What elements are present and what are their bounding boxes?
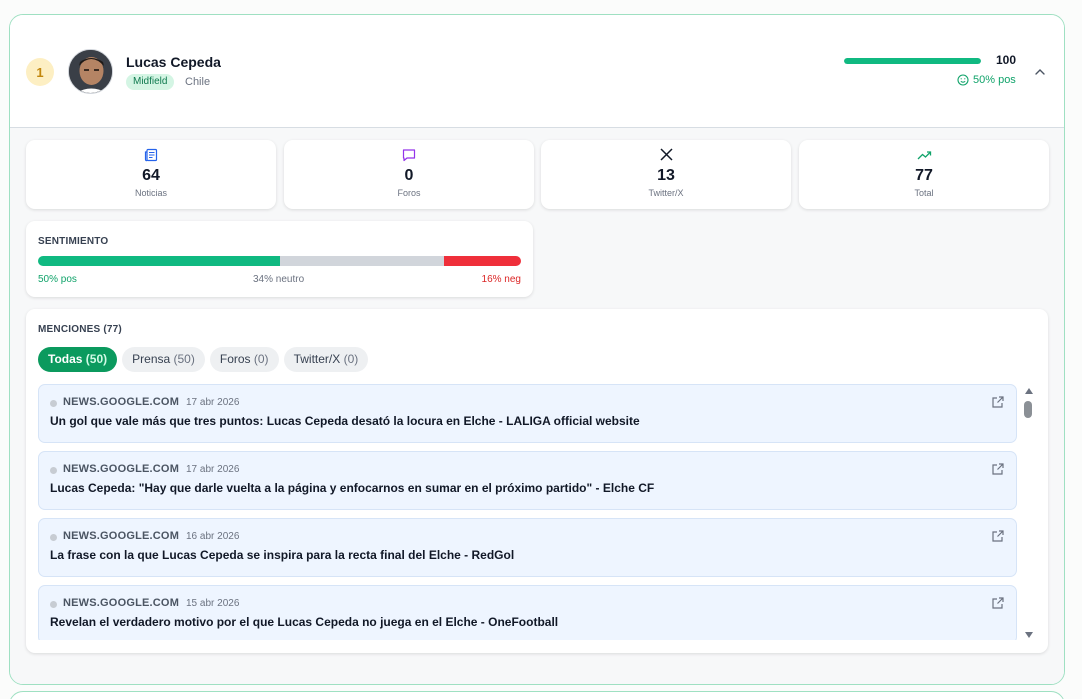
- mention-source: NEWS.GOOGLE.COM: [63, 396, 180, 408]
- mention-title: Un gol que vale más que tres puntos: Luc…: [50, 414, 640, 428]
- score-bar-fill: [844, 58, 981, 64]
- mention-date: 15 abr 2026: [186, 598, 240, 609]
- newspaper-icon: [144, 148, 158, 162]
- tab-count: (0): [253, 352, 269, 366]
- source-dot: [50, 400, 57, 407]
- stat-value: 77: [915, 167, 933, 184]
- source-dot: [50, 534, 57, 541]
- source-dot: [50, 467, 57, 474]
- mention-title: Lucas Cepeda: "Hay que darle vuelta a la…: [50, 481, 655, 495]
- external-link-icon[interactable]: [991, 529, 1005, 543]
- rank-badge: 1: [26, 58, 54, 86]
- player-details: 64 Noticias 0 Foros 13 Twitter/X 77 Tota…: [10, 128, 1064, 684]
- stat-twitter: 13 Twitter/X: [541, 140, 791, 209]
- player-card: 1 Lucas Cepeda Midfield Chile 100 50% po…: [9, 14, 1065, 685]
- mention-item[interactable]: NEWS.GOOGLE.COM 17 abr 2026 Un gol que v…: [38, 384, 1017, 443]
- sentiment-panel: SENTIMIENTO 50% pos 34% neutro 16% neg: [26, 221, 533, 297]
- scroll-down-arrow-icon[interactable]: [1024, 631, 1034, 639]
- scrollbar-thumb[interactable]: [1024, 401, 1032, 418]
- tab-prensa[interactable]: Prensa (50): [122, 347, 205, 372]
- mentions-scrollbar[interactable]: [1021, 387, 1037, 639]
- mentions-title: MENCIONES (77): [38, 324, 122, 335]
- smile-icon: [957, 74, 969, 86]
- score-value: 100: [996, 53, 1017, 67]
- stat-foros: 0 Foros: [284, 140, 534, 209]
- collapse-button[interactable]: [1032, 64, 1048, 80]
- mention-item[interactable]: NEWS.GOOGLE.COM 15 abr 2026 Revelan el v…: [38, 585, 1017, 640]
- chat-bubble-icon: [402, 149, 416, 162]
- mention-source: NEWS.GOOGLE.COM: [63, 463, 180, 475]
- sentiment-positive-label: 50% pos: [38, 274, 77, 285]
- positive-summary: 50% pos: [957, 74, 1016, 86]
- sentiment-bar: [38, 256, 521, 266]
- chevron-up-icon: [1035, 69, 1045, 75]
- tab-todas[interactable]: Todas (50): [38, 347, 118, 372]
- positive-summary-text: 50% pos: [973, 74, 1016, 86]
- sentiment-negative-segment: [443, 256, 521, 266]
- mention-source: NEWS.GOOGLE.COM: [63, 597, 180, 609]
- sentiment-positive-segment: [38, 256, 280, 266]
- stat-value: 64: [142, 167, 160, 184]
- mentions-list[interactable]: NEWS.GOOGLE.COM 17 abr 2026 Un gol que v…: [38, 384, 1018, 640]
- tab-label: Todas: [48, 352, 83, 366]
- country-label: Chile: [185, 76, 211, 88]
- position-badge: Midfield: [126, 74, 175, 90]
- tab-count: (0): [343, 352, 359, 366]
- x-logo-icon: [659, 148, 673, 161]
- mention-date: 16 abr 2026: [186, 531, 240, 542]
- mention-title: La frase con la que Lucas Cepeda se insp…: [50, 548, 515, 562]
- trending-up-icon: [917, 151, 931, 160]
- stat-value: 0: [404, 167, 414, 184]
- stat-value: 13: [657, 167, 675, 184]
- avatar: [68, 49, 113, 94]
- external-link-icon[interactable]: [991, 596, 1005, 610]
- stat-noticias: 64 Noticias: [26, 140, 276, 209]
- tab-twitter[interactable]: Twitter/X (0): [283, 347, 369, 372]
- sentiment-negative-label: 16% neg: [481, 274, 521, 285]
- sentiment-title: SENTIMIENTO: [38, 236, 109, 247]
- external-link-icon[interactable]: [991, 395, 1005, 409]
- stat-label: Total: [914, 188, 934, 198]
- mention-source: NEWS.GOOGLE.COM: [63, 530, 180, 542]
- mention-item[interactable]: NEWS.GOOGLE.COM 17 abr 2026 Lucas Cepeda…: [38, 451, 1017, 510]
- stat-label: Noticias: [134, 188, 167, 198]
- sentiment-neutral-label: 34% neutro: [253, 274, 305, 285]
- mention-item[interactable]: NEWS.GOOGLE.COM 16 abr 2026 La frase con…: [38, 518, 1017, 577]
- stat-label: Foros: [397, 188, 421, 198]
- sentiment-neutral-segment: [279, 256, 444, 266]
- mention-date: 17 abr 2026: [186, 464, 240, 475]
- player-name: Lucas Cepeda: [126, 54, 221, 70]
- source-dot: [50, 601, 57, 608]
- scroll-up-arrow-icon[interactable]: [1024, 387, 1034, 395]
- next-player-card[interactable]: [9, 691, 1065, 699]
- stat-total: 77 Total: [799, 140, 1049, 209]
- tab-foros[interactable]: Foros (0): [209, 347, 279, 372]
- tab-count: (50): [85, 352, 108, 366]
- tab-label: Foros: [219, 352, 251, 366]
- stat-label: Twitter/X: [648, 188, 684, 198]
- score-bar: [844, 58, 981, 64]
- tab-label: Twitter/X: [293, 352, 341, 366]
- tab-count: (50): [173, 352, 195, 366]
- mentions-tabs: Todas (50) Prensa (50) Foros (0) Twitter…: [38, 347, 369, 372]
- player-header[interactable]: 1 Lucas Cepeda Midfield Chile 100 50% po…: [10, 15, 1064, 128]
- mention-date: 17 abr 2026: [186, 397, 240, 408]
- tab-label: Prensa: [132, 352, 171, 366]
- mentions-panel: MENCIONES (77) Todas (50) Prensa (50) Fo…: [26, 309, 1048, 653]
- mention-title: Revelan el verdadero motivo por el que L…: [50, 615, 559, 629]
- external-link-icon[interactable]: [991, 462, 1005, 476]
